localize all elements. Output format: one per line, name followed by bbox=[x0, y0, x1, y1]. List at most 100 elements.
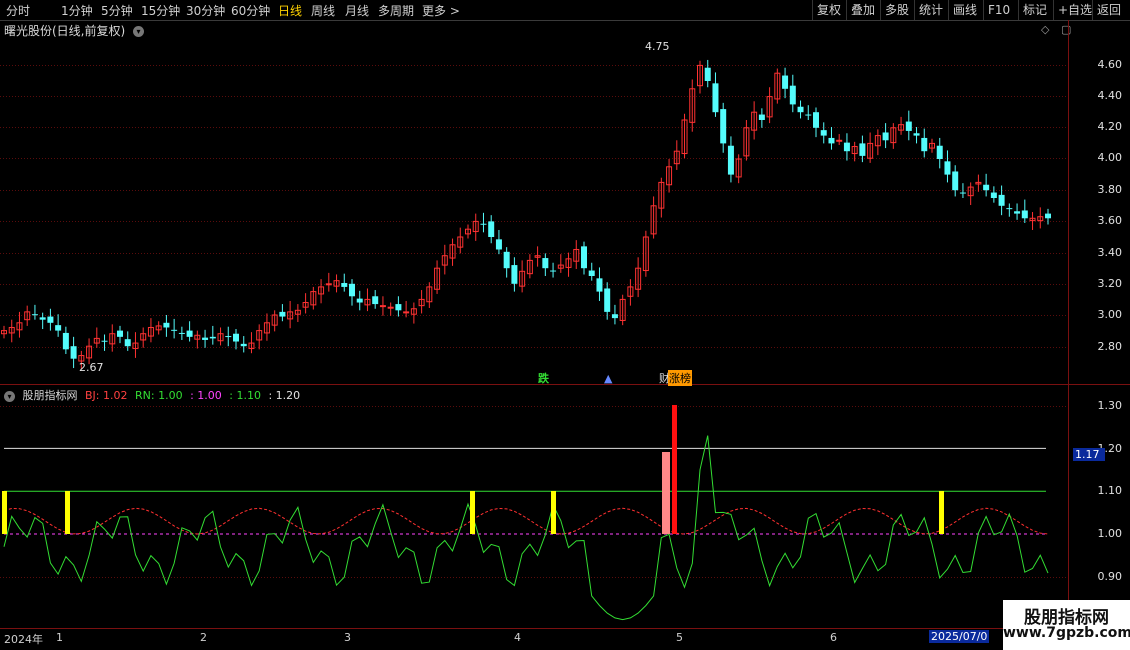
line3-value: : 1.20 bbox=[268, 389, 301, 402]
price-axis-label: 3.00 bbox=[1097, 308, 1123, 321]
candle-body bbox=[727, 145, 734, 175]
time-axis-label: 6 bbox=[830, 631, 837, 644]
line1-value: : 1.00 bbox=[190, 389, 222, 402]
time-axis-label: 2 bbox=[200, 631, 207, 644]
indicator-axis-label: 1.10 bbox=[1097, 484, 1123, 497]
candle-body bbox=[820, 130, 827, 136]
time-axis-label: 3 bbox=[344, 631, 351, 644]
candle-body bbox=[488, 221, 495, 237]
indicator-title: ▾ 股朋指标网 BJ: 1.02 RN: 1.00 : 1.00 : 1.10 … bbox=[4, 387, 304, 403]
candle-body bbox=[859, 143, 866, 156]
line2-value: : 1.10 bbox=[229, 389, 261, 402]
candle-body bbox=[511, 265, 518, 284]
candle-body bbox=[31, 314, 38, 316]
candle-body bbox=[581, 246, 587, 269]
candle-body bbox=[959, 192, 966, 194]
chevron-down-icon[interactable]: ▾ bbox=[4, 390, 15, 402]
signal-bar bbox=[65, 491, 70, 534]
price-axis-label: 4.60 bbox=[1097, 58, 1123, 71]
price-axis-label: 4.20 bbox=[1097, 120, 1123, 133]
indicator-axis-label: 1.00 bbox=[1097, 527, 1123, 540]
candle-body bbox=[1021, 210, 1028, 219]
candle-body bbox=[395, 304, 402, 311]
price-axis-label: 4.40 bbox=[1097, 89, 1123, 102]
candle-body bbox=[921, 137, 928, 152]
candle-body bbox=[604, 288, 611, 312]
candle-body bbox=[70, 346, 77, 359]
candle-body bbox=[813, 112, 819, 128]
candle-body bbox=[55, 325, 62, 331]
indicator-axis-label: 1.30 bbox=[1097, 399, 1123, 412]
candle-body bbox=[789, 85, 796, 105]
candle-body bbox=[913, 133, 920, 136]
candle-body bbox=[480, 223, 487, 225]
arrow-up-icon[interactable]: ▲ bbox=[604, 372, 612, 385]
price-axis-label: 2.80 bbox=[1097, 340, 1123, 353]
rn-line bbox=[3, 435, 1049, 621]
candle-body bbox=[704, 67, 711, 81]
current-value-box: 1.17 bbox=[1073, 448, 1105, 461]
price-axis-label: 3.80 bbox=[1097, 183, 1123, 196]
candle-body bbox=[828, 137, 835, 144]
candle-body bbox=[836, 139, 843, 142]
candle-body bbox=[403, 311, 410, 314]
candle-body bbox=[782, 75, 789, 89]
die-marker[interactable]: 跌 bbox=[538, 370, 549, 386]
high-price-label: 4.75 bbox=[645, 40, 670, 53]
candle-body bbox=[596, 278, 603, 292]
candle-body bbox=[171, 329, 178, 331]
candle-body bbox=[1014, 211, 1021, 214]
crosshair-date: 2025/07/0 bbox=[929, 630, 990, 643]
candle-body bbox=[998, 194, 1005, 206]
candle-body bbox=[117, 330, 123, 337]
bj-value: BJ: 1.02 bbox=[85, 389, 128, 402]
candle-body bbox=[843, 142, 850, 152]
candle-body bbox=[279, 311, 286, 317]
candle-body bbox=[905, 121, 912, 131]
signal-bar bbox=[939, 491, 944, 534]
bj-line bbox=[3, 507, 1049, 535]
candle-body bbox=[936, 145, 943, 159]
candle-body bbox=[495, 239, 502, 250]
price-axis-label: 3.40 bbox=[1097, 246, 1123, 259]
candle-body bbox=[611, 314, 618, 319]
watermark-url: www.7gpzb.com bbox=[1003, 625, 1130, 641]
price-axis-label: 3.60 bbox=[1097, 214, 1123, 227]
time-axis-label: 1 bbox=[56, 631, 63, 644]
low-price-label: 2.67 bbox=[79, 361, 104, 374]
candle-body bbox=[1006, 208, 1013, 210]
candle-body bbox=[797, 106, 804, 113]
candle-body bbox=[990, 192, 997, 198]
price-axis-label: 4.00 bbox=[1097, 151, 1123, 164]
candle-body bbox=[1045, 213, 1051, 219]
candle-body bbox=[178, 332, 185, 334]
watermark: 股朋指标网 www.7gpzb.com bbox=[1003, 600, 1130, 650]
signal-bar bbox=[551, 491, 556, 534]
candle-body bbox=[503, 251, 510, 269]
candle-body bbox=[124, 339, 131, 347]
signal-bar bbox=[2, 491, 7, 534]
candle-body bbox=[387, 306, 394, 309]
price-axis-label: 3.20 bbox=[1097, 277, 1123, 290]
candle-body bbox=[325, 283, 332, 286]
candle-body bbox=[805, 114, 812, 116]
candle-body bbox=[163, 322, 170, 328]
candle-body bbox=[62, 332, 69, 350]
candle-body bbox=[240, 343, 247, 347]
candle-body bbox=[225, 336, 232, 338]
signal-bar bbox=[672, 405, 677, 534]
candle-body bbox=[47, 316, 54, 323]
candle-body bbox=[372, 296, 379, 305]
candle-body bbox=[341, 283, 348, 287]
candle-body bbox=[952, 171, 959, 191]
zhangbang-marker[interactable]: 涨榜 bbox=[668, 370, 692, 386]
candle-body bbox=[356, 298, 363, 303]
candle-body bbox=[186, 330, 193, 337]
candle-body bbox=[588, 270, 595, 276]
indicator-name: 股朋指标网 bbox=[22, 389, 78, 402]
candle-body bbox=[101, 340, 108, 342]
indicator-axis-label: 0.90 bbox=[1097, 570, 1123, 583]
time-axis-label: 5 bbox=[676, 631, 683, 644]
kline-chart[interactable] bbox=[0, 0, 1130, 650]
candle-body bbox=[550, 270, 557, 272]
